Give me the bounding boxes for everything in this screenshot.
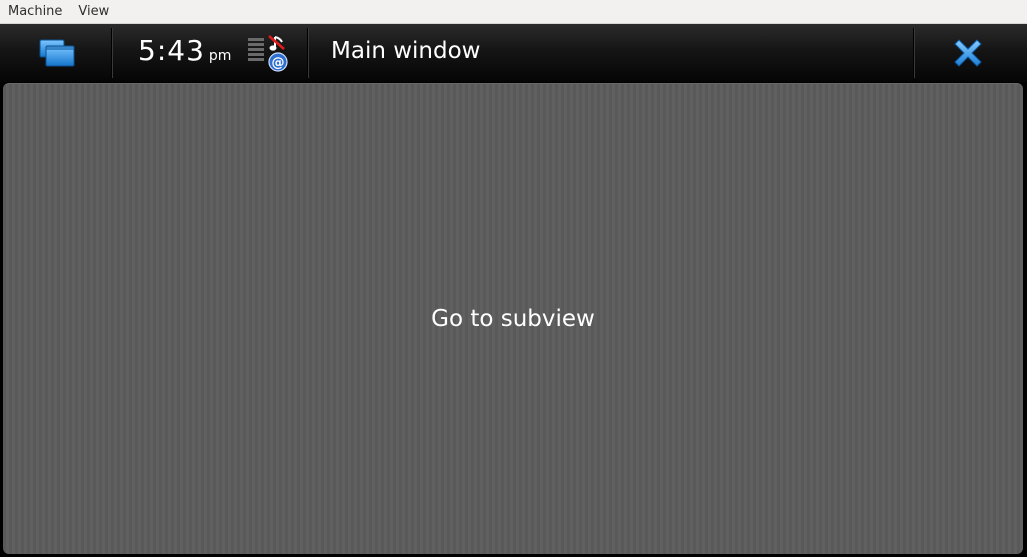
clock[interactable]: 5:43 pm	[138, 34, 231, 67]
window-title: Main window	[331, 38, 481, 64]
go-to-subview-label: Go to subview	[431, 306, 595, 332]
separator	[111, 28, 113, 78]
close-button[interactable]	[916, 24, 1027, 82]
email-icon: @	[268, 52, 288, 72]
clock-ampm: pm	[208, 48, 232, 64]
separator	[307, 28, 309, 78]
task-switcher-button[interactable]	[0, 24, 112, 82]
menu-bar: Machine View	[0, 0, 1027, 24]
clock-time: 5:43	[138, 34, 205, 67]
separator	[913, 28, 915, 78]
status-bar: 5:43 pm @ Main window	[0, 24, 1027, 82]
svg-text:@: @	[272, 56, 285, 71]
close-icon	[954, 39, 982, 67]
status-indicators[interactable]: @	[246, 32, 292, 76]
task-switcher-icon	[39, 39, 75, 67]
go-to-subview-button[interactable]: Go to subview	[3, 84, 1023, 554]
menu-view[interactable]: View	[70, 0, 117, 24]
main-content: Go to subview	[3, 83, 1023, 554]
menu-machine[interactable]: Machine	[0, 0, 70, 24]
